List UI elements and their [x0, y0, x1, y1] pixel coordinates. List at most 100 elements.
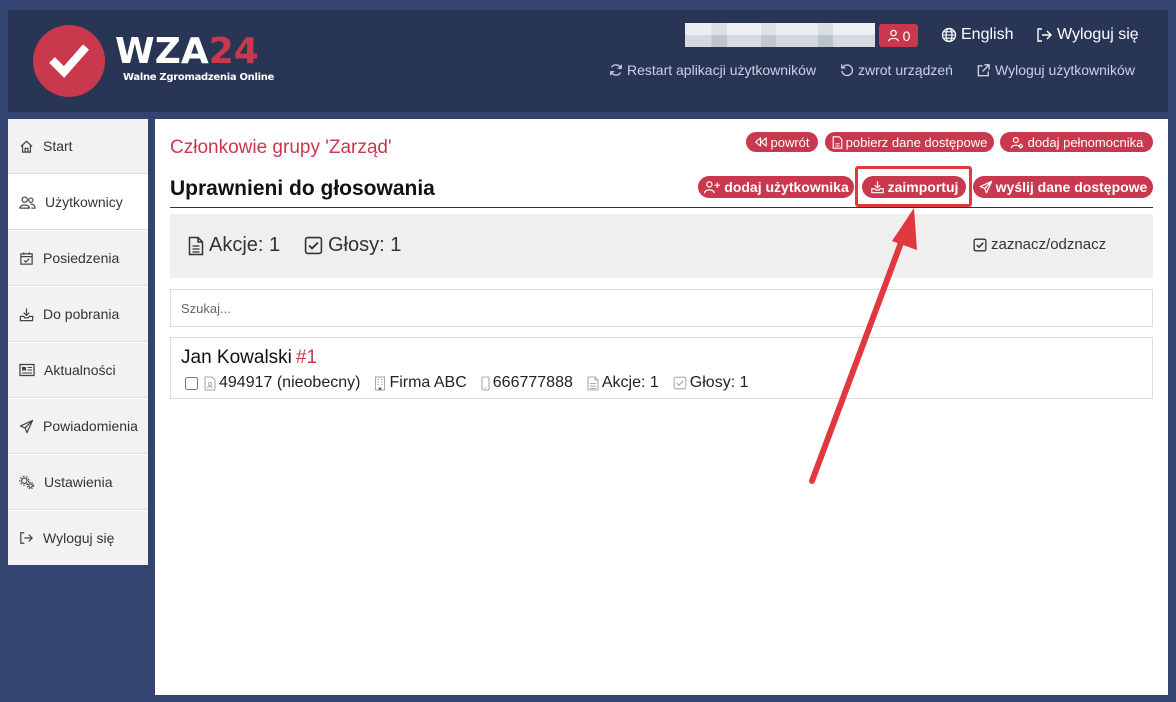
- download-access-button[interactable]: pobierz dane dostępowe: [825, 132, 994, 152]
- user-votes-label: Głosy: 1: [689, 374, 749, 391]
- add-user-label: dodaj użytkownika: [724, 179, 849, 195]
- restart-apps-link[interactable]: Restart aplikacji użytkowników: [609, 62, 816, 78]
- download-icon: [19, 307, 34, 321]
- toggle-all-label: zaznacz/odznacz: [991, 236, 1107, 253]
- list-item: Jan Kowalski #1 494917 (nieobecny) Firma …: [170, 337, 1153, 399]
- online-users-badge[interactable]: 0: [879, 24, 918, 47]
- logout-label: Wyloguj się: [1057, 26, 1139, 43]
- user-shares-label: Akcje: 1: [601, 374, 659, 391]
- calendar-icon: [20, 251, 33, 265]
- sidebar-item-label: Aktualności: [44, 362, 116, 378]
- sidebar-item-label: Do pobrania: [43, 306, 120, 322]
- language-switch[interactable]: English: [941, 26, 1013, 44]
- logo-subtitle: Walne Zgromadzenia Online: [123, 72, 275, 83]
- language-label: English: [961, 26, 1014, 43]
- paper-plane-icon: [979, 180, 992, 194]
- logout-users-link[interactable]: Wyloguj użytkowników: [976, 62, 1135, 78]
- user-details: 494917 (nieobecny) Firma ABC 666777888 A…: [185, 374, 762, 392]
- restart-apps-label: Restart aplikacji użytkowników: [627, 62, 817, 78]
- search-input[interactable]: [170, 289, 1153, 327]
- user-phone-label: 666777888: [492, 374, 573, 391]
- user-name: Jan Kowalski #1: [181, 347, 317, 369]
- logout-icon: [20, 532, 34, 544]
- top-header: WZA24 Walne Zgromadzenia Online 0 Englis…: [8, 10, 1168, 112]
- user-id-status-label: 494917 (nieobecny): [219, 374, 361, 391]
- section-divider: [170, 207, 1153, 208]
- sidebar-item-label: Wyloguj się: [43, 530, 115, 546]
- return-devices-link[interactable]: zwrot urządzeń: [840, 62, 953, 78]
- return-devices-label: zwrot urządzeń: [858, 62, 953, 78]
- id-document-icon: [204, 375, 216, 391]
- building-icon: [375, 375, 386, 391]
- file-icon: [587, 375, 599, 391]
- user-plus-icon: [704, 181, 721, 194]
- user-shares: Akcje: 1: [587, 374, 659, 392]
- toggle-all-link[interactable]: zaznacz/odznacz: [973, 236, 1106, 253]
- sidebar-item-settings[interactable]: Ustawienia: [8, 455, 148, 510]
- file-pdf-icon: [832, 135, 843, 149]
- sidebar-item-downloads[interactable]: Do pobrania: [8, 287, 148, 342]
- import-highlight-frame: [855, 166, 972, 207]
- user-icon: [887, 29, 899, 42]
- redacted-username: [685, 23, 875, 47]
- user-phone: 666777888: [481, 374, 573, 392]
- backward-icon: [755, 137, 768, 147]
- user-tie-icon: [1010, 136, 1024, 149]
- shares-total-label: Akcje: 1: [209, 234, 281, 256]
- news-icon: [19, 363, 35, 377]
- add-proxy-button[interactable]: dodaj pełnomocnika: [1000, 132, 1153, 152]
- user-select-checkbox[interactable]: [185, 376, 198, 390]
- user-full-name: Jan Kowalski: [181, 347, 292, 368]
- votes-total-label: Głosy: 1: [328, 234, 402, 256]
- sidebar-item-logout[interactable]: Wyloguj się: [8, 511, 148, 565]
- paper-plane-icon: [19, 419, 34, 433]
- mobile-phone-icon: [481, 375, 490, 391]
- send-access-button[interactable]: wyślij dane dostępowe: [973, 176, 1153, 198]
- sidebar-item-start[interactable]: Start: [8, 119, 148, 174]
- undo-icon: [841, 64, 854, 77]
- check-square-icon: [673, 376, 687, 390]
- download-access-label: pobierz dane dostępowe: [845, 134, 988, 150]
- user-votes: Głosy: 1: [673, 374, 749, 392]
- check-square-icon: [973, 238, 987, 251]
- user-id-status: 494917 (nieobecny): [204, 374, 360, 392]
- external-link-icon: [977, 63, 990, 76]
- online-users-count: 0: [902, 27, 911, 44]
- logout-icon: [1037, 28, 1052, 42]
- sidebar-item-label: Posiedzenia: [43, 250, 120, 266]
- logout-link[interactable]: Wyloguj się: [1036, 26, 1139, 44]
- send-access-label: wyślij dane dostępowe: [995, 179, 1148, 195]
- main-content: Członkowie grupy 'Zarząd' powrót pobierz…: [155, 119, 1168, 695]
- sidebar-item-meetings[interactable]: Posiedzenia: [8, 231, 148, 286]
- back-button-label: powrót: [770, 134, 810, 150]
- users-icon: [19, 195, 36, 209]
- file-icon: [188, 236, 204, 255]
- user-number: #1: [295, 347, 318, 368]
- sidebar: Start Użytkownicy Posiedzenia Do pobrani…: [8, 119, 148, 565]
- sidebar-item-users[interactable]: Użytkownicy: [8, 175, 148, 230]
- logo-icon: [33, 25, 105, 97]
- shares-total: Akcje: 1: [188, 234, 280, 257]
- back-button[interactable]: powrót: [746, 132, 818, 152]
- user-company: Firma ABC: [374, 374, 467, 392]
- refresh-icon: [610, 64, 622, 76]
- stats-bar: Akcje: 1 Głosy: 1 zaznacz/odznacz: [170, 214, 1153, 278]
- gears-icon: [19, 475, 35, 489]
- globe-icon: [941, 27, 957, 43]
- home-icon: [20, 140, 33, 153]
- sidebar-item-label: Start: [43, 138, 73, 154]
- sidebar-item-label: Powiadomienia: [43, 418, 138, 434]
- user-company-label: Firma ABC: [389, 374, 467, 391]
- section-title: Uprawnieni do głosowania: [170, 177, 435, 200]
- check-square-icon: [304, 236, 323, 255]
- sidebar-item-notifications[interactable]: Powiadomienia: [8, 399, 148, 454]
- sidebar-item-label: Użytkownicy: [45, 194, 123, 210]
- sidebar-item-label: Ustawienia: [44, 474, 113, 490]
- group-title: Członkowie grupy 'Zarząd': [170, 137, 392, 158]
- votes-total: Głosy: 1: [304, 234, 401, 257]
- logout-users-label: Wyloguj użytkowników: [995, 62, 1135, 78]
- logo-wordmark: WZA24: [115, 31, 259, 72]
- add-user-button[interactable]: dodaj użytkownika: [698, 176, 854, 198]
- sidebar-item-news[interactable]: Aktualności: [8, 343, 148, 398]
- add-proxy-label: dodaj pełnomocnika: [1027, 134, 1144, 150]
